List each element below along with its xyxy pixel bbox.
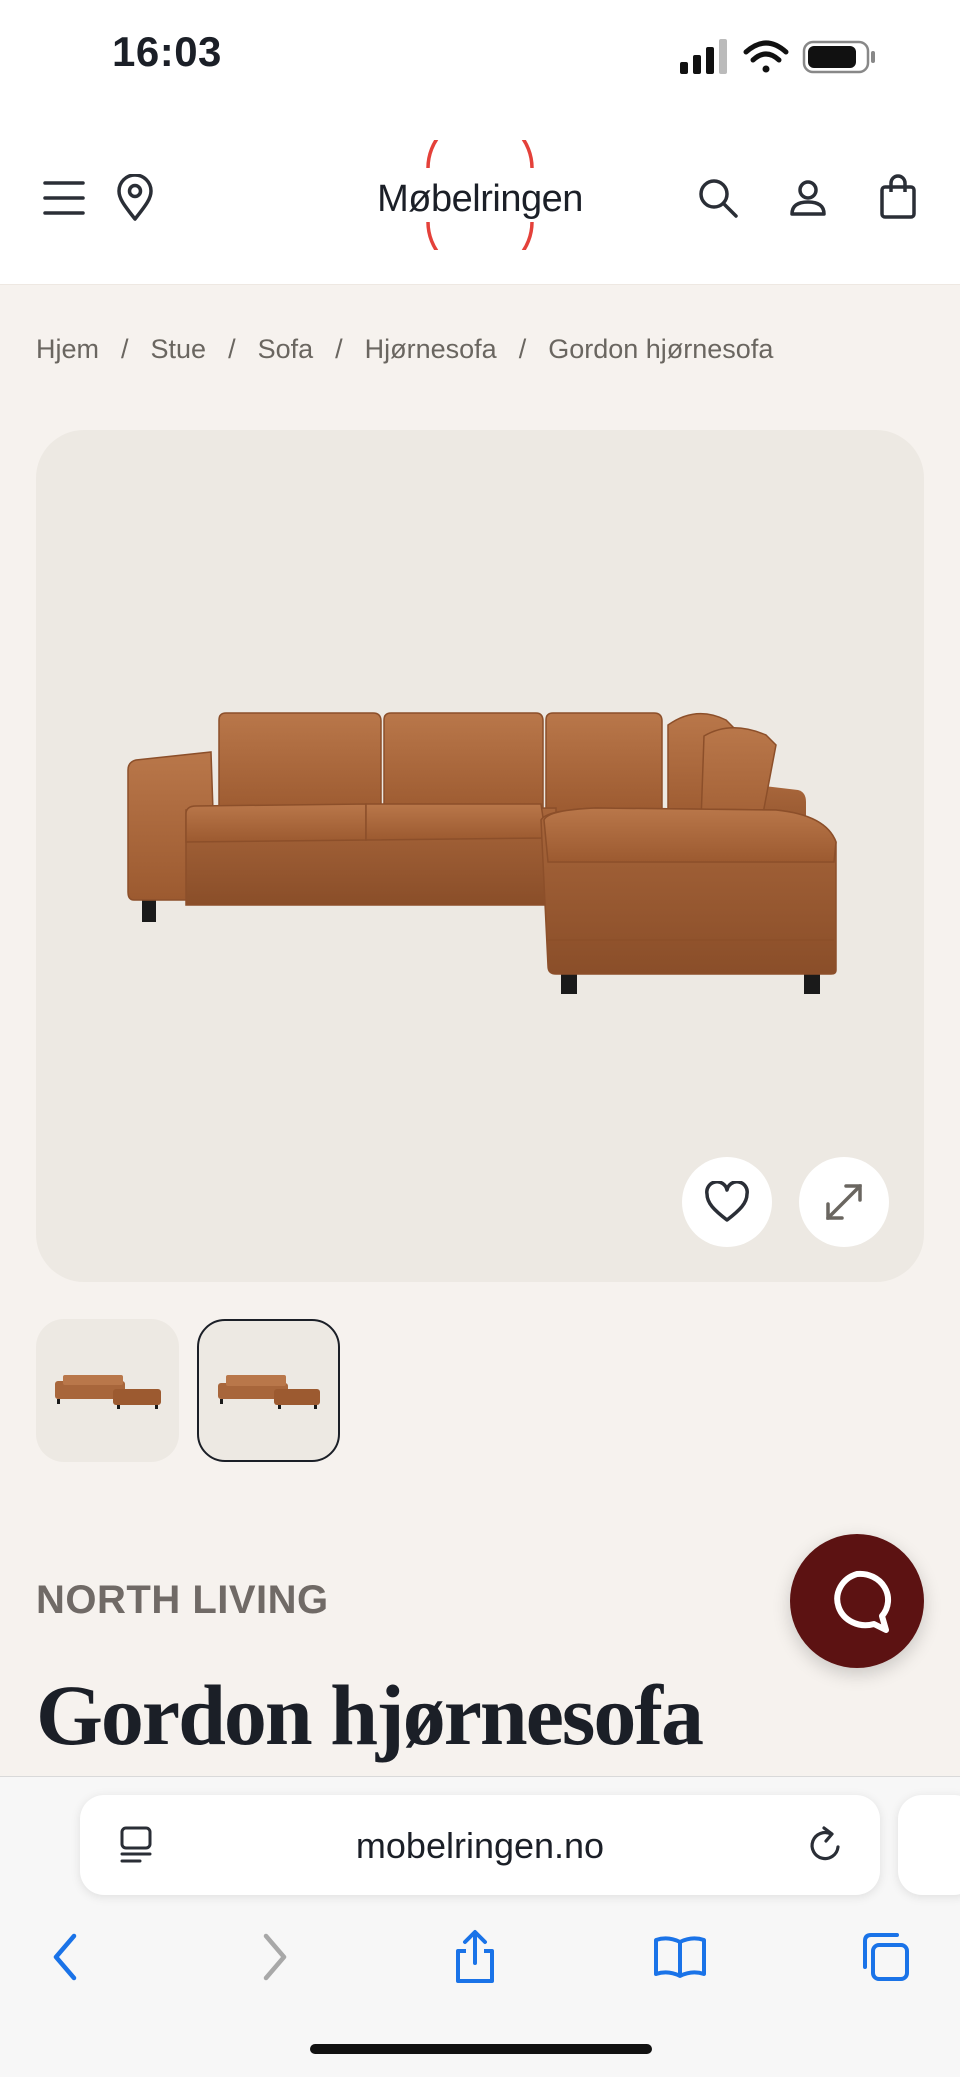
- bookmarks-button[interactable]: [645, 1922, 715, 1992]
- tabs-icon: [863, 1933, 909, 1981]
- browser-toolbar: mobelringen.no: [0, 1776, 960, 2077]
- forward-icon: [263, 1933, 287, 1981]
- menu-icon: [43, 181, 85, 215]
- breadcrumb-item-sofa[interactable]: Sofa: [258, 334, 314, 365]
- favorite-button[interactable]: [682, 1157, 772, 1247]
- back-icon: [53, 1933, 77, 1981]
- logo-text: Møbelringen: [377, 178, 583, 220]
- expand-arrows-icon: [826, 1184, 862, 1220]
- breadcrumb-item-stue[interactable]: Stue: [151, 334, 207, 365]
- cart-button[interactable]: [870, 167, 926, 227]
- shopping-bag-icon: [880, 174, 916, 219]
- url-text[interactable]: mobelringen.no: [80, 1825, 880, 1867]
- breadcrumb-separator: /: [121, 334, 129, 364]
- reload-icon: [810, 1826, 840, 1861]
- breadcrumb-item-hjornesofa[interactable]: Hjørnesofa: [365, 334, 497, 365]
- sofa-image: [127, 712, 837, 994]
- back-button[interactable]: [30, 1922, 100, 1992]
- chat-button[interactable]: [790, 1534, 924, 1668]
- sofa-thumbnail: [217, 1374, 320, 1409]
- breadcrumb-separator: /: [518, 334, 527, 364]
- thumbnail-1[interactable]: [36, 1319, 179, 1462]
- reload-button[interactable]: [804, 1823, 848, 1867]
- status-time: 16:03: [112, 28, 222, 75]
- heart-icon: [705, 1181, 749, 1222]
- account-button[interactable]: [780, 170, 836, 226]
- breadcrumb-item-current: Gordon hjørnesofa: [548, 334, 774, 364]
- wifi-icon: [743, 40, 789, 73]
- search-button[interactable]: [690, 170, 746, 226]
- next-tab-preview[interactable]: [898, 1795, 960, 1895]
- address-bar[interactable]: mobelringen.no: [80, 1795, 880, 1895]
- search-icon: [699, 179, 738, 218]
- store-locator-button[interactable]: [110, 167, 160, 229]
- share-button[interactable]: [440, 1922, 510, 1992]
- bookmarks-icon: [654, 1936, 706, 1978]
- sofa-thumbnail: [54, 1374, 161, 1409]
- breadcrumb-item-hjem[interactable]: Hjem: [36, 334, 99, 365]
- forward-button[interactable]: [240, 1922, 310, 1992]
- breadcrumb-separator: /: [335, 334, 343, 364]
- status-bar: 16:03: [0, 0, 960, 115]
- site-header: Møbelringen: [0, 115, 960, 285]
- chat-bubble-icon: [834, 1570, 892, 1633]
- account-icon: [790, 180, 826, 216]
- home-indicator[interactable]: [310, 2044, 652, 2054]
- product-brand[interactable]: NORTH LIVING: [36, 1578, 329, 1623]
- cellular-signal-icon: [680, 39, 727, 74]
- location-pin-icon: [117, 174, 153, 221]
- product-main-image[interactable]: [36, 430, 924, 1282]
- breadcrumb: Hjem / Stue / Sofa / Hjørnesofa / Gordon…: [36, 334, 773, 365]
- expand-image-button[interactable]: [799, 1157, 889, 1247]
- battery-icon: [802, 40, 875, 74]
- breadcrumb-separator: /: [228, 334, 236, 364]
- thumbnail-2-selected[interactable]: [197, 1319, 340, 1462]
- share-icon: [456, 1930, 494, 1983]
- status-icons: [680, 36, 890, 76]
- product-title: Gordon hjørnesofa: [36, 1667, 704, 1763]
- tabs-button[interactable]: [850, 1922, 920, 1992]
- menu-button[interactable]: [36, 170, 92, 226]
- site-logo[interactable]: Møbelringen: [370, 140, 590, 250]
